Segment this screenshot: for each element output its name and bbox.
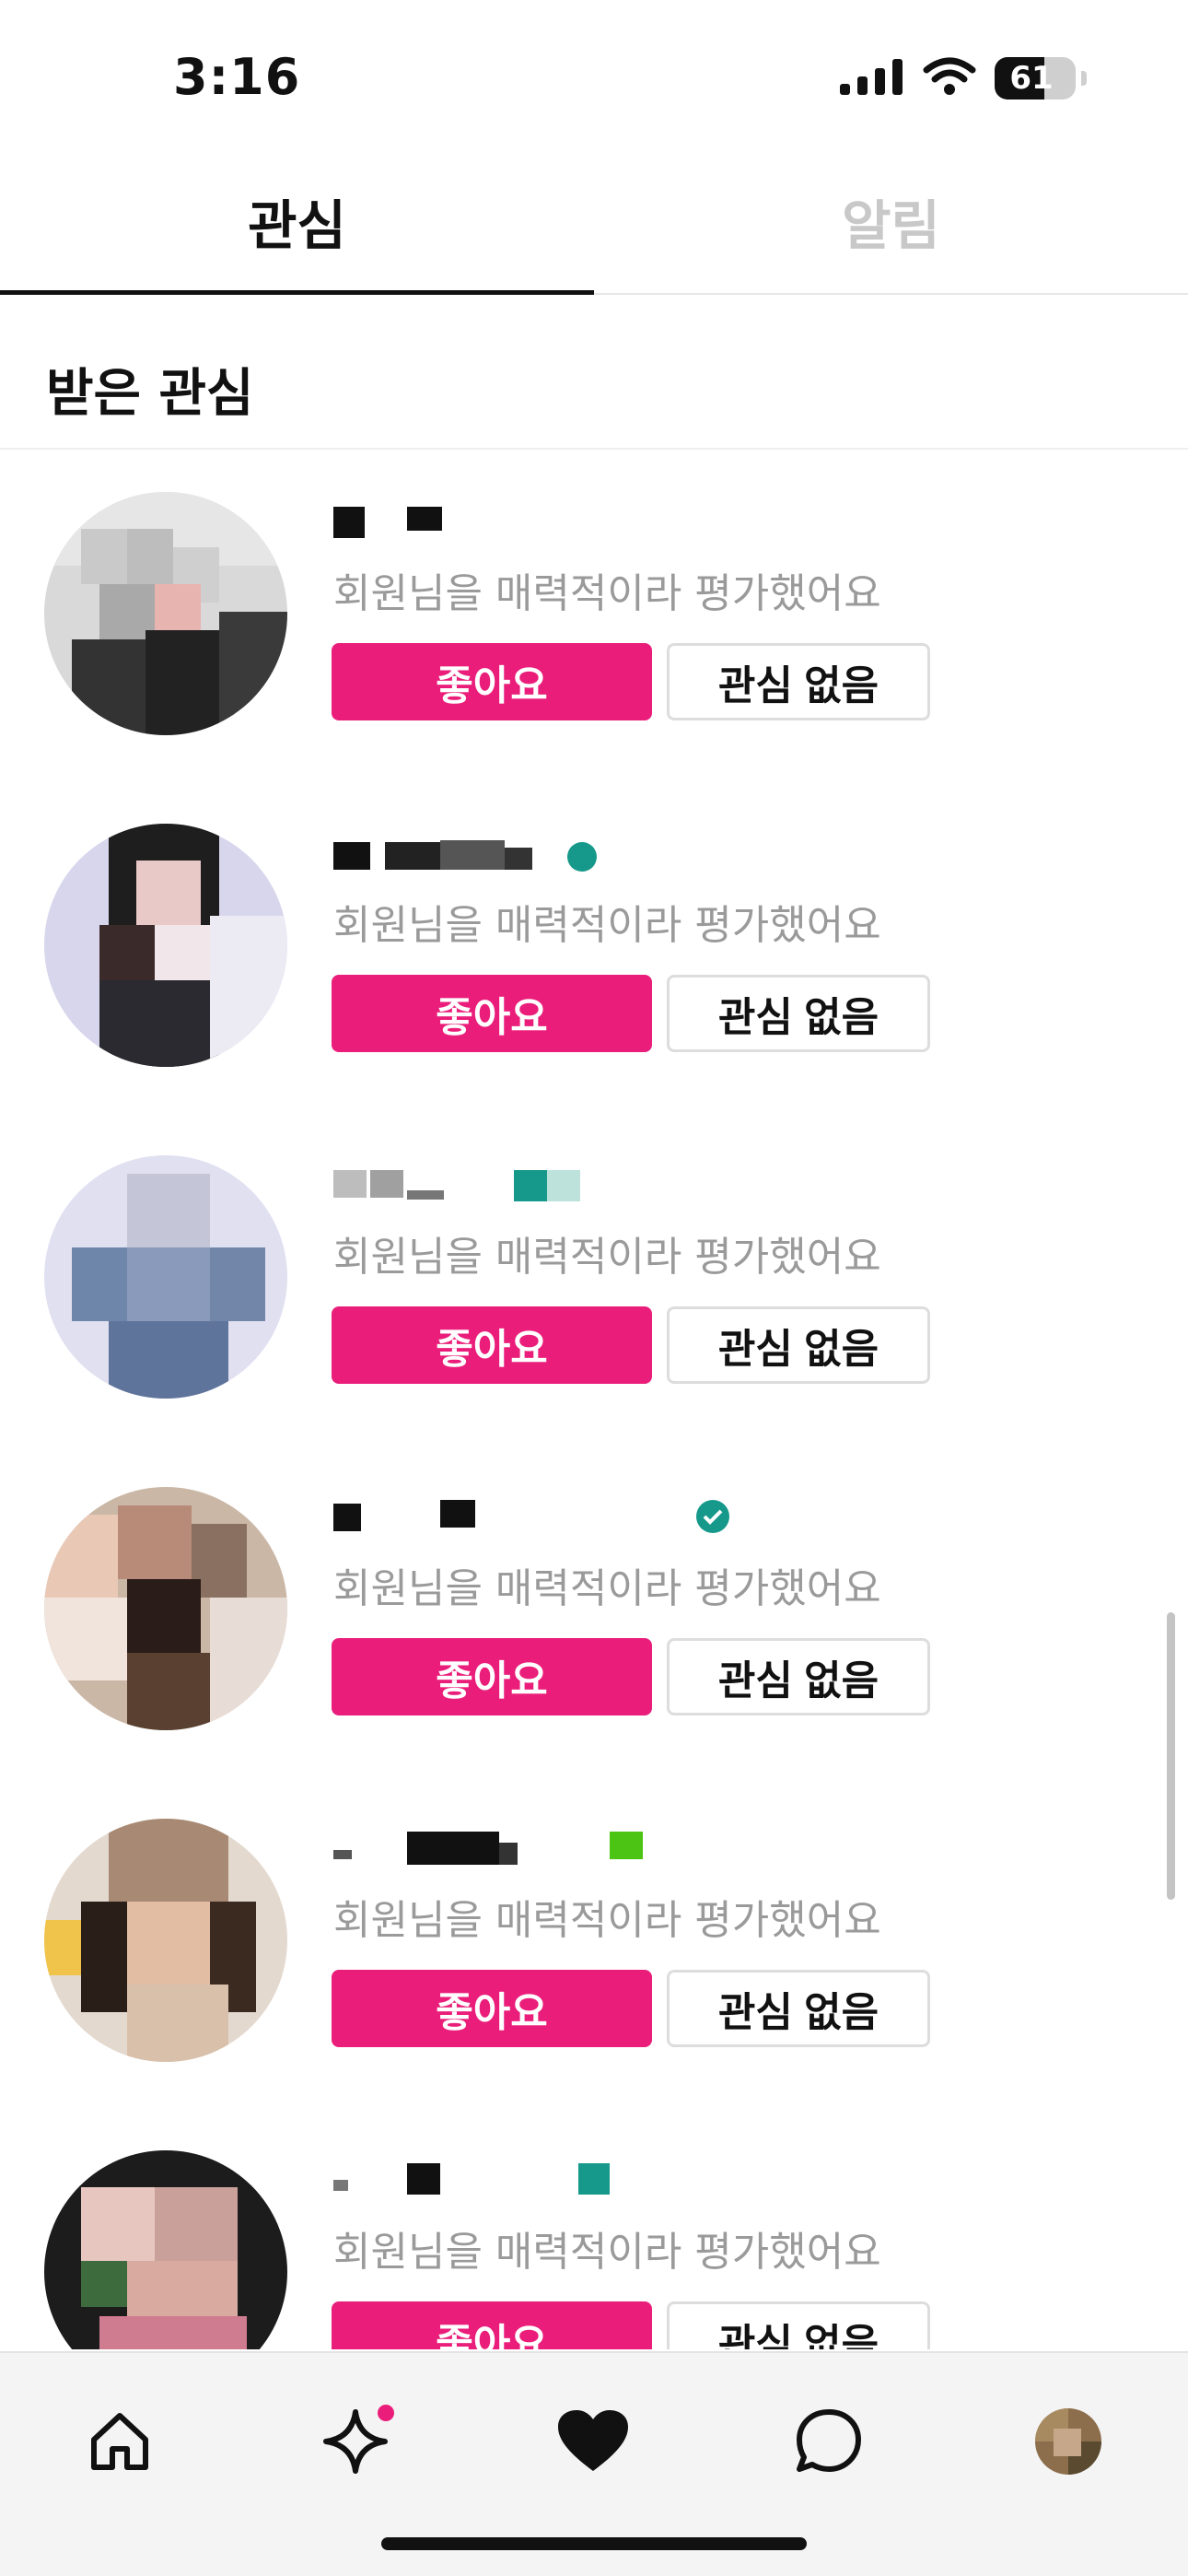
- not-interested-button[interactable]: 관심 없음: [667, 1638, 930, 1715]
- list-item[interactable]: 회원님을 매력적이라 평가했어요 좋아요 관심 없음: [0, 2110, 1188, 2349]
- status-icons: 61: [840, 57, 1087, 100]
- signal-icon: [840, 58, 904, 99]
- like-button[interactable]: 좋아요: [332, 1970, 652, 2047]
- tab-bar: 관심 알림: [0, 175, 1188, 295]
- like-button[interactable]: 좋아요: [332, 975, 652, 1052]
- tab-interest[interactable]: 관심: [0, 175, 594, 295]
- like-button[interactable]: 좋아요: [332, 1638, 652, 1715]
- username-redacted: [333, 1826, 794, 1867]
- list-item[interactable]: 회원님을 매력적이라 평가했어요 좋아요 관심 없음: [0, 783, 1188, 1115]
- section-title: 받은 관심: [46, 364, 254, 424]
- status-bar: 3:16 61: [0, 0, 1188, 157]
- heart-icon: [556, 2408, 630, 2478]
- username-redacted: [333, 499, 794, 540]
- like-button[interactable]: 좋아요: [332, 643, 652, 720]
- section-header: 받은 관심: [0, 295, 1188, 450]
- nav-profile[interactable]: [1022, 2397, 1114, 2489]
- avatar[interactable]: [44, 2150, 287, 2349]
- battery-cap: [1081, 71, 1087, 86]
- nav-chat[interactable]: [783, 2397, 875, 2489]
- not-interested-button[interactable]: 관심 없음: [667, 2301, 930, 2349]
- nav-home[interactable]: [74, 2397, 166, 2489]
- list-item[interactable]: 회원님을 매력적이라 평가했어요 좋아요 관심 없음: [0, 451, 1188, 783]
- not-interested-button[interactable]: 관심 없음: [667, 643, 930, 720]
- tab-notifications[interactable]: 알림: [594, 175, 1188, 293]
- scrollbar[interactable]: [1167, 1612, 1175, 1900]
- nav-discover[interactable]: [309, 2397, 402, 2489]
- nav-likes[interactable]: [547, 2397, 639, 2489]
- wifi-icon: [923, 57, 976, 100]
- avatar[interactable]: [44, 1819, 287, 2062]
- item-description: 회원님을 매력적이라 평가했어요: [333, 570, 881, 617]
- item-description: 회원님을 매력적이라 평가했어요: [333, 1565, 881, 1612]
- received-interest-list: 회원님을 매력적이라 평가했어요 좋아요 관심 없음 회원님을 매력적이라 평가…: [0, 451, 1188, 2349]
- battery-percent: 61: [1009, 60, 1054, 97]
- like-button[interactable]: 좋아요: [332, 1306, 652, 1384]
- notification-badge: [378, 2405, 394, 2421]
- username-redacted: [333, 1163, 794, 1203]
- profile-avatar: [1035, 2408, 1101, 2478]
- like-button[interactable]: 좋아요: [332, 2301, 652, 2349]
- home-indicator: [381, 2537, 807, 2550]
- username-redacted: [333, 2158, 794, 2198]
- home-icon: [85, 2406, 155, 2480]
- chat-icon: [792, 2405, 866, 2482]
- item-description: 회원님을 매력적이라 평가했어요: [333, 2229, 881, 2276]
- avatar[interactable]: [44, 824, 287, 1067]
- not-interested-button[interactable]: 관심 없음: [667, 975, 930, 1052]
- not-interested-button[interactable]: 관심 없음: [667, 1306, 930, 1384]
- battery-indicator: 61: [995, 57, 1076, 100]
- not-interested-button[interactable]: 관심 없음: [667, 1970, 930, 2047]
- list-item[interactable]: 회원님을 매력적이라 평가했어요 좋아요 관심 없음: [0, 1778, 1188, 2110]
- item-description: 회원님을 매력적이라 평가했어요: [333, 1234, 881, 1281]
- avatar[interactable]: [44, 1155, 287, 1399]
- list-item[interactable]: 회원님을 매력적이라 평가했어요 좋아요 관심 없음: [0, 1115, 1188, 1446]
- status-time: 3:16: [173, 48, 301, 106]
- username-redacted: [333, 831, 794, 872]
- avatar[interactable]: [44, 1487, 287, 1730]
- item-description: 회원님을 매력적이라 평가했어요: [333, 1897, 881, 1944]
- username-redacted: [333, 1494, 794, 1535]
- avatar[interactable]: [44, 492, 287, 735]
- list-item[interactable]: 회원님을 매력적이라 평가했어요 좋아요 관심 없음: [0, 1446, 1188, 1778]
- item-description: 회원님을 매력적이라 평가했어요: [333, 902, 881, 949]
